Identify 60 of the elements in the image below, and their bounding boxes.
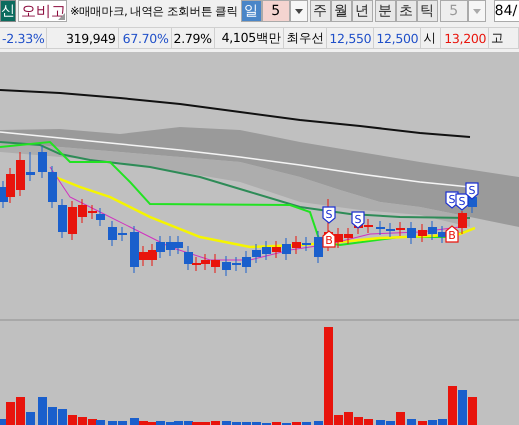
sell-marker: S <box>351 211 365 229</box>
quote-value: 319,949 <box>47 28 119 48</box>
count-field[interactable]: 5 <box>262 0 290 22</box>
candlestick <box>344 228 353 244</box>
quote-value: 시 <box>421 28 442 48</box>
quote-value: 12,500 <box>374 28 422 48</box>
view-count-field[interactable]: 84/ <box>494 0 519 22</box>
candlestick <box>48 166 57 208</box>
candlestick <box>252 244 261 264</box>
candlestick <box>38 146 47 178</box>
sell-marker: S <box>465 182 479 200</box>
quote-value: 67.70% <box>118 28 172 48</box>
candlestick <box>262 240 271 260</box>
candlestick <box>272 240 281 258</box>
period-tab[interactable]: 년 <box>352 0 373 22</box>
dropdown-icon[interactable] <box>290 0 308 22</box>
quote-value: 고 <box>489 28 519 48</box>
period-tab[interactable]: 틱 <box>416 0 438 22</box>
buy-marker: B <box>445 225 459 243</box>
period-tab[interactable]: 분 <box>374 0 396 22</box>
quote-value: 13,200 <box>441 28 490 48</box>
period-tab[interactable]: 일 <box>240 0 262 22</box>
quote-value: 최우선 <box>284 28 328 48</box>
candlestick <box>396 222 405 236</box>
candlestick <box>174 236 183 254</box>
candlestick <box>96 208 105 226</box>
buy-marker: B <box>322 230 336 248</box>
candlestick <box>156 236 165 258</box>
candlestick <box>364 218 373 234</box>
volume-bar <box>407 419 416 425</box>
candlestick <box>222 256 231 276</box>
candlestick <box>58 198 67 238</box>
notice-text: ※매매마크, 내역은 조회버튼 클릭 <box>69 2 239 20</box>
volume-bar <box>468 397 477 425</box>
period-tab[interactable]: 초 <box>396 0 417 22</box>
market-badge: 신 <box>0 0 16 22</box>
candlestick <box>428 220 437 240</box>
candlestick <box>201 254 210 270</box>
candlestick <box>418 224 427 242</box>
candlestick <box>282 238 291 260</box>
candlestick <box>376 220 385 236</box>
sell-marker: S <box>322 206 336 224</box>
quote-value: 12,550 <box>327 28 374 48</box>
stock-name-field[interactable]: 오비고 <box>18 0 67 22</box>
candlestick <box>292 236 301 254</box>
candlestick <box>211 254 220 274</box>
candlestick <box>302 236 311 252</box>
resize-corner-icon <box>58 13 65 20</box>
candlestick <box>386 222 395 238</box>
candlestick <box>407 222 416 244</box>
period-tab[interactable]: 월 <box>330 0 352 22</box>
quote-value: 4,105백만 <box>214 28 284 48</box>
candlestick <box>458 210 467 234</box>
quote-value: 2.79% <box>172 28 215 48</box>
quote-value: -2.33% <box>0 28 48 48</box>
candlestick <box>6 168 15 204</box>
candlestick <box>148 244 157 266</box>
candlestick <box>166 236 175 256</box>
period-tab[interactable]: 주 <box>310 0 331 22</box>
volume-bar <box>458 390 467 425</box>
